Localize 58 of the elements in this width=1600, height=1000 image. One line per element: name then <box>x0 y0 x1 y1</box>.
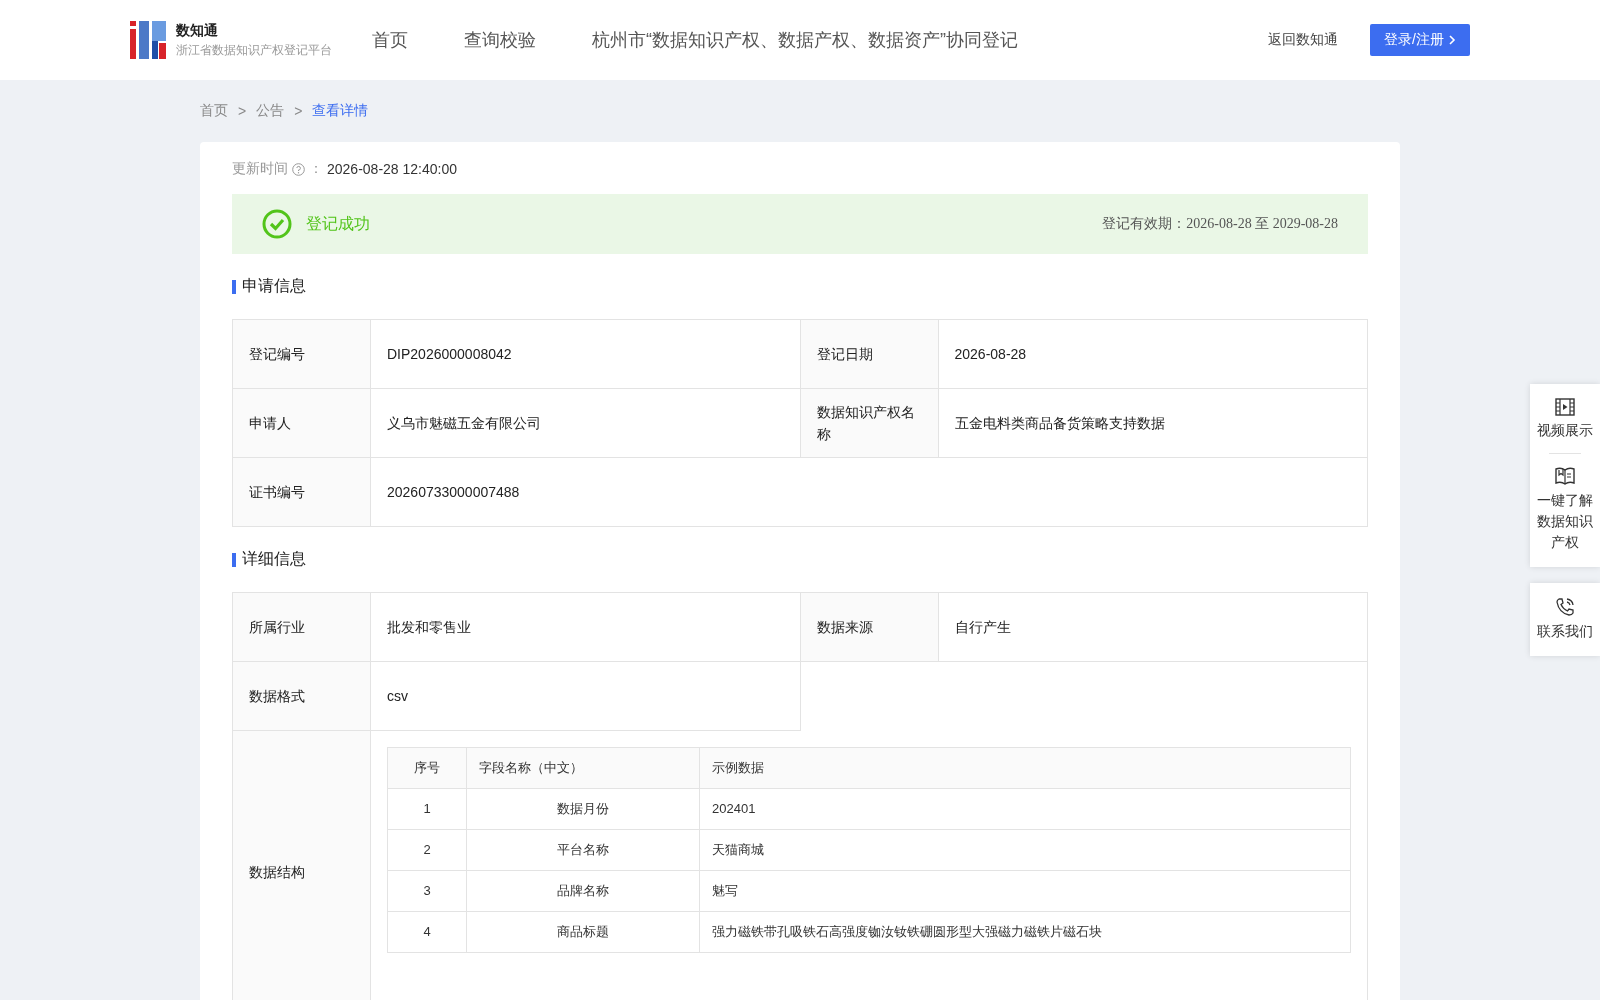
value-cell: 义乌市魅磁五金有限公司 <box>371 389 801 458</box>
update-time-value: 2026-08-28 12:40:00 <box>327 161 457 177</box>
chevron-icon <box>1448 34 1456 46</box>
table-cell: 品牌名称 <box>467 871 700 912</box>
breadcrumb-separator: > <box>238 103 247 119</box>
status-text: 登记成功 <box>306 213 371 234</box>
value-cell: 自行产生 <box>938 593 1368 662</box>
label-cell: 数据结构 <box>233 731 371 1000</box>
label-cell: 数据来源 <box>800 593 939 662</box>
side-menu-item[interactable]: 视频展示 <box>1530 394 1600 445</box>
table-cell: 平台名称 <box>467 830 700 871</box>
label-cell: 数据格式 <box>233 662 371 731</box>
back-link[interactable]: 返回数知通 <box>1268 31 1339 49</box>
label-cell: 登记编号 <box>233 320 371 389</box>
value-cell: csv <box>371 662 801 731</box>
column-header: 示例数据 <box>700 748 1351 789</box>
update-time-separator: ： <box>309 160 323 178</box>
logo-subtitle: 浙江省数据知识产权登记平台 <box>176 41 332 59</box>
check-circle-icon <box>262 209 292 239</box>
nav-link[interactable]: 查询校验 <box>464 28 536 52</box>
label-cell: 所属行业 <box>233 593 371 662</box>
table-cell: 天猫商城 <box>700 830 1351 871</box>
help-icon[interactable] <box>292 162 305 176</box>
validity-period: 登记有效期：2026-08-28 至 2029-08-28 <box>1102 215 1338 233</box>
nav-link[interactable]: 杭州市“数据知识产权、数据产权、数据资产”协同登记 <box>592 28 1018 52</box>
value-cell: 2026-08-28 <box>938 320 1368 389</box>
table-cell: 4 <box>388 912 467 953</box>
table-cell: 强力磁铁带孔吸铁石高强度铷汝钕铁硼圆形型大强磁力磁铁片磁石块 <box>700 912 1351 953</box>
table-cell: 202401 <box>700 789 1351 830</box>
column-header: 序号 <box>388 748 467 789</box>
phone-icon <box>1555 597 1575 617</box>
table-cell: 2 <box>388 830 467 871</box>
column-header: 字段名称（中文） <box>467 748 700 789</box>
table-cell: 商品标题 <box>467 912 700 953</box>
value-cell: 20260733000007488 <box>371 458 1368 527</box>
breadcrumb-separator: > <box>294 103 303 119</box>
table-cell: 1 <box>388 789 467 830</box>
value-cell: DIP2026000008042 <box>371 320 801 389</box>
login-button[interactable]: 登录/注册 <box>1370 24 1470 56</box>
label-cell: 登记日期 <box>800 320 939 389</box>
nav-link[interactable]: 首页 <box>372 28 408 52</box>
side-menu-item[interactable]: 一键了解数据知识产权 <box>1530 462 1600 557</box>
table-cell: 数据月份 <box>467 789 700 830</box>
label-cell: 证书编号 <box>233 458 371 527</box>
section-title: 申请信息 <box>242 276 306 296</box>
update-time-label: 更新时间 <box>232 160 288 178</box>
table-cell: 3 <box>388 871 467 912</box>
book-icon <box>1554 466 1576 486</box>
breadcrumb-link[interactable]: 查看详情 <box>312 102 369 120</box>
table-cell: 魅写 <box>700 871 1351 912</box>
label-cell: 数据知识产权名称 <box>800 389 939 458</box>
section-title: 详细信息 <box>242 549 306 569</box>
logo-title: 数知通 <box>176 21 219 40</box>
value-cell: 批发和零售业 <box>371 593 801 662</box>
film-icon <box>1555 398 1575 416</box>
value-cell: 五金电料类商品备货策略支持数据 <box>938 389 1368 458</box>
logo-icon <box>130 21 166 59</box>
label-cell: 申请人 <box>233 389 371 458</box>
